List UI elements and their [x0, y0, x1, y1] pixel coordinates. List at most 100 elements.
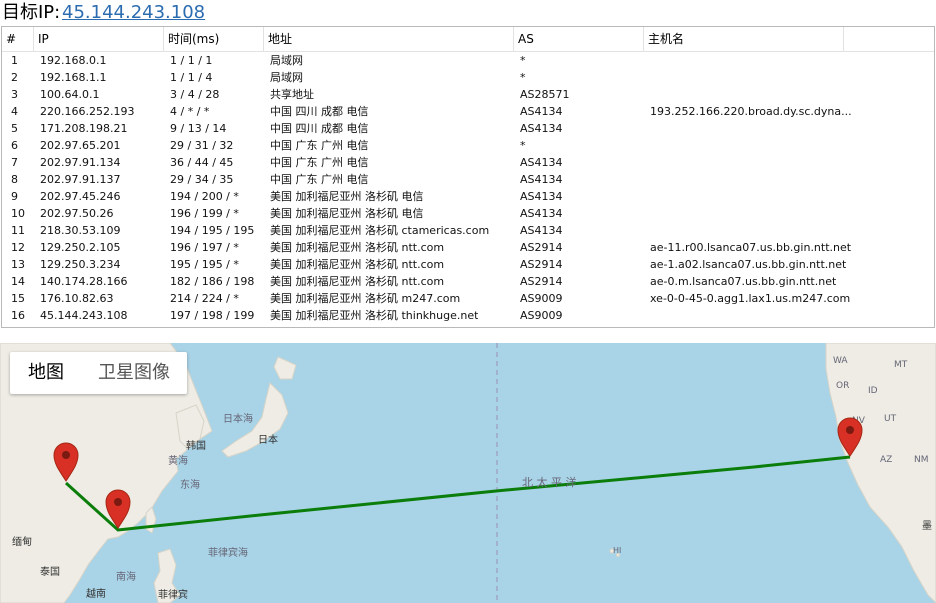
- table-row[interactable]: 2 192.168.1.1 1 / 1 / 4 局域网 *: [2, 69, 934, 86]
- cell-as: *: [520, 71, 526, 84]
- table-row[interactable]: 7 202.97.91.134 36 / 44 / 45 中国 广东 广州 电信 AS4…: [2, 154, 934, 171]
- target-ip-label: 目标IP:: [2, 2, 61, 23]
- cell-as: AS2914: [520, 241, 563, 254]
- cell-hop: 8: [11, 173, 18, 186]
- cell-hop: 2: [11, 71, 18, 84]
- cell-address: 美国 加利福尼亚州 洛杉矶 ntt.com: [270, 275, 445, 288]
- cell-address: 美国 加利福尼亚州 洛杉矶 ctamericas.com: [270, 224, 490, 237]
- label-or: OR: [836, 381, 849, 391]
- cell-ip: 100.64.0.1: [40, 88, 100, 101]
- table-row[interactable]: 15 176.10.82.63 214 / 224 / * 美国 加利福尼亚州 洛杉矶…: [2, 290, 934, 307]
- cell-hop: 12: [11, 241, 25, 254]
- table-row[interactable]: 9 202.97.45.246 194 / 200 / * 美国 加利福尼亚州 洛杉矶…: [2, 188, 934, 205]
- cell-time: 1 / 1 / 4: [170, 71, 213, 84]
- table-row[interactable]: 4 220.166.252.193 4 / * / * 中国 四川 成都 电信 AS41…: [2, 103, 934, 120]
- label-mexico: 墨: [922, 520, 932, 532]
- col-header-hop[interactable]: #: [2, 27, 34, 51]
- satellite-view-button[interactable]: 卫星图像: [98, 352, 170, 394]
- table-row[interactable]: 16 45.144.243.108 197 / 198 / 199 美国 加利福尼亚州…: [2, 307, 934, 324]
- label-japan: 日本: [258, 433, 278, 446]
- cell-address: 美国 加利福尼亚州 洛杉矶 电信: [270, 190, 424, 203]
- cell-hostname: ae-0.m.lsanca07.us.bb.gin.ntt.net: [650, 275, 837, 288]
- cell-ip: 202.97.91.134: [40, 156, 121, 169]
- label-philippine-sea: 菲律宾海: [208, 546, 248, 559]
- cell-ip: 220.166.252.193: [40, 105, 135, 118]
- cell-address: 中国 广东 广州 电信: [270, 173, 369, 186]
- cell-ip: 202.97.45.246: [40, 190, 121, 203]
- cell-ip: 218.30.53.109: [40, 224, 121, 237]
- table-header: # IP 时间(ms) 地址 AS 主机名: [2, 27, 934, 52]
- cell-hop: 13: [11, 258, 25, 271]
- cell-hop: 5: [11, 122, 18, 135]
- cell-address: 美国 加利福尼亚州 洛杉矶 ntt.com: [270, 258, 445, 271]
- col-header-hostname[interactable]: 主机名: [644, 27, 844, 51]
- table-row[interactable]: 11 218.30.53.109 194 / 195 / 195 美国 加利福尼亚州 …: [2, 222, 934, 239]
- label-east-sea: 东海: [180, 478, 200, 491]
- table-row[interactable]: 10 202.97.50.26 196 / 199 / * 美国 加利福尼亚州 洛杉矶…: [2, 205, 934, 222]
- cell-hostname: xe-0-0-45-0.agg1.lax1.us.m247.com: [650, 292, 851, 305]
- label-japan-sea: 日本海: [223, 412, 253, 425]
- col-header-time[interactable]: 时间(ms): [164, 27, 264, 51]
- cell-time: 29 / 34 / 35: [170, 173, 234, 186]
- cell-address: 中国 广东 广州 电信: [270, 139, 369, 152]
- table-row[interactable]: 13 129.250.3.234 195 / 195 / * 美国 加利福尼亚州 洛杉…: [2, 256, 934, 273]
- cell-time: 196 / 197 / *: [170, 241, 239, 254]
- label-hawaii: HI: [613, 546, 621, 555]
- label-az: AZ: [880, 455, 892, 465]
- cell-address: 中国 四川 成都 电信: [270, 105, 369, 118]
- label-ut: UT: [884, 414, 897, 424]
- cell-hop: 6: [11, 139, 18, 152]
- table-row[interactable]: 14 140.174.28.166 182 / 186 / 198 美国 加利福尼亚州…: [2, 273, 934, 290]
- cell-as: AS4134: [520, 156, 563, 169]
- col-header-as[interactable]: AS: [514, 27, 644, 51]
- cell-time: 196 / 199 / *: [170, 207, 239, 220]
- cell-ip: 176.10.82.63: [40, 292, 114, 305]
- cell-hop: 16: [11, 309, 25, 322]
- table-row[interactable]: 1 192.168.0.1 1 / 1 / 1 局域网 *: [2, 52, 934, 69]
- cell-ip: 202.97.50.26: [40, 207, 114, 220]
- cell-hop: 11: [11, 224, 25, 237]
- label-nm: NM: [914, 455, 929, 465]
- target-ip-link[interactable]: 45.144.243.108: [62, 2, 205, 24]
- table-row[interactable]: 3 100.64.0.1 3 / 4 / 28 共享地址 AS28571: [2, 86, 934, 103]
- cell-hostname: 193.252.166.220.broad.dy.sc.dyna...: [650, 105, 852, 118]
- cell-ip: 202.97.65.201: [40, 139, 121, 152]
- label-south-sea: 南海: [116, 570, 136, 583]
- col-header-address[interactable]: 地址: [264, 27, 514, 51]
- cell-as: AS9009: [520, 309, 563, 322]
- cell-hop: 3: [11, 88, 18, 101]
- table-body: 1 192.168.0.1 1 / 1 / 1 局域网 * 2 192.168.1.1 1 /…: [2, 52, 934, 324]
- label-philippines: 菲律宾: [158, 588, 188, 601]
- route-map[interactable]: 日本海 日本 韩国 黄海 东海 菲律宾海 缅甸 泰国 南海 菲律宾 越南 北 太…: [0, 343, 936, 603]
- cell-time: 214 / 224 / *: [170, 292, 239, 305]
- cell-ip: 45.144.243.108: [40, 309, 128, 322]
- cell-as: *: [520, 139, 526, 152]
- cell-as: AS4134: [520, 207, 563, 220]
- cell-as: AS2914: [520, 258, 563, 271]
- cell-ip: 140.174.28.166: [40, 275, 128, 288]
- cell-as: AS28571: [520, 88, 570, 101]
- cell-address: 美国 加利福尼亚州 洛杉矶 ntt.com: [270, 241, 445, 254]
- cell-time: 195 / 195 / *: [170, 258, 239, 271]
- cell-ip: 171.208.198.21: [40, 122, 128, 135]
- table-row[interactable]: 12 129.250.2.105 196 / 197 / * 美国 加利福尼亚州 洛杉…: [2, 239, 934, 256]
- cell-ip: 202.97.91.137: [40, 173, 121, 186]
- label-korea: 韩国: [186, 439, 206, 452]
- table-row[interactable]: 8 202.97.91.137 29 / 34 / 35 中国 广东 广州 电信 AS4…: [2, 171, 934, 188]
- label-pacific: 北 太 平 洋: [522, 475, 577, 489]
- cell-address: 局域网: [270, 54, 303, 67]
- cell-address: 中国 四川 成都 电信: [270, 122, 369, 135]
- col-header-ip[interactable]: IP: [34, 27, 164, 51]
- cell-hop: 7: [11, 156, 18, 169]
- map-view-button[interactable]: 地图: [28, 352, 64, 394]
- cell-time: 29 / 31 / 32: [170, 139, 234, 152]
- hokkaido-land: [273, 356, 297, 380]
- cell-as: AS4134: [520, 105, 563, 118]
- table-row[interactable]: 5 171.208.198.21 9 / 13 / 14 中国 四川 成都 电信 AS4…: [2, 120, 934, 137]
- table-row[interactable]: 6 202.97.65.201 29 / 31 / 32 中国 广东 广州 电信 *: [2, 137, 934, 154]
- label-myanmar: 缅甸: [12, 535, 32, 548]
- cell-hop: 4: [11, 105, 18, 118]
- cell-time: 3 / 4 / 28: [170, 88, 220, 101]
- label-wa: WA: [833, 356, 848, 366]
- cell-as: AS2914: [520, 275, 563, 288]
